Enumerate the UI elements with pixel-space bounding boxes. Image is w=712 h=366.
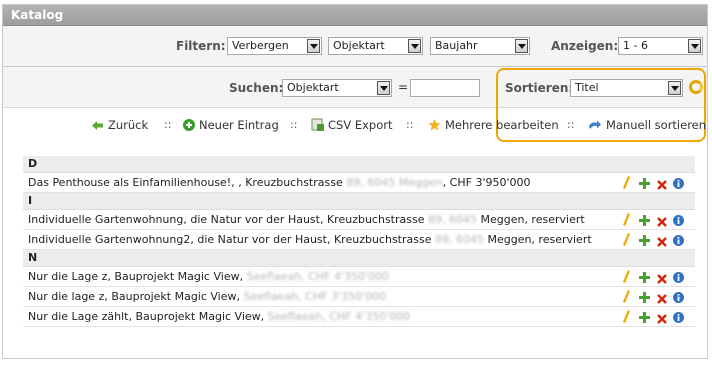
row-tools [623, 233, 687, 247]
search-input[interactable] [410, 79, 480, 97]
star-icon [428, 119, 441, 134]
chevron-down-icon [408, 39, 421, 53]
arrow-left-icon [91, 120, 104, 134]
csv-export-label: CSV Export [328, 118, 393, 132]
chevron-down-icon [377, 81, 390, 95]
row-tools [623, 213, 687, 227]
csv-export-link[interactable]: CSV Export [311, 118, 393, 134]
row-tools [623, 176, 687, 190]
list-item[interactable]: Individuelle Gartenwohnung2, die Natur v… [23, 230, 695, 250]
item-text-redacted: 89, 6045 Meggen [346, 176, 443, 189]
add-icon[interactable] [639, 233, 650, 252]
item-text: Individuelle Gartenwohnung2, die Natur v… [28, 233, 435, 246]
item-text-redacted: Seeflaeah, CHF 3'350'000 [243, 290, 386, 303]
display-label: Anzeigen: [551, 39, 619, 53]
edit-icon[interactable] [623, 233, 630, 252]
row-tools [623, 270, 687, 284]
item-text: Individuelle Gartenwohnung, die Natur vo… [28, 213, 428, 226]
delete-icon[interactable] [657, 177, 667, 196]
item-text-suffix: Meggen, reserviert [476, 213, 585, 226]
catalog-list: D Das Penthouse als Einfamilienhouse!, , … [23, 156, 695, 327]
list-item[interactable]: Nur die lage z, Bauprojekt Magic View, S… [23, 287, 695, 307]
separator: :: [567, 118, 575, 131]
item-text-suffix: Meggen, reserviert [483, 233, 592, 246]
manual-sort-label: Manuell sortieren [606, 118, 707, 132]
back-label: Zurück [108, 118, 149, 132]
list-item[interactable]: Nur die Lage z, Bauprojekt Magic View, S… [23, 267, 695, 287]
add-icon [183, 119, 195, 134]
new-entry-label: Neuer Eintrag [199, 118, 279, 132]
back-link[interactable]: Zurück [91, 118, 148, 134]
list-item[interactable]: Das Penthouse als Einfamilienhouse!, , K… [23, 173, 695, 193]
item-text-redacted: 89, 6045 [434, 233, 484, 246]
action-bar: Zurück :: Neuer Eintrag :: CSV Export ::… [3, 118, 707, 134]
manual-sort-link[interactable]: Manuell sortieren [588, 118, 706, 134]
item-text: Nur die Lage z, Bauprojekt Magic View, [28, 270, 247, 283]
item-text-redacted: 89, 6045 [428, 213, 477, 226]
separator: :: [406, 118, 414, 131]
chevron-down-icon [688, 39, 701, 53]
display-range-value: 1 - 6 [623, 39, 648, 52]
item-text-redacted: Seeflaeah, CHF 4'350'000 [267, 310, 411, 323]
item-text: Nur die lage z, Bauprojekt Magic View, [28, 290, 244, 303]
add-icon[interactable] [639, 176, 650, 195]
filter-bar: Filtern: Verbergen Objektart Baujahr Anz… [3, 26, 707, 67]
item-text-suffix: , CHF 3'950'000 [442, 176, 531, 189]
list-item[interactable]: Nur die Lage zählt, Bauprojekt Magic Vie… [23, 307, 695, 327]
row-tools [623, 290, 687, 304]
spreadsheet-icon [311, 118, 324, 134]
filter-year-value: Baujahr [435, 39, 478, 52]
sort-arrow-icon [588, 120, 602, 134]
chevron-down-icon [515, 39, 528, 53]
delete-icon[interactable] [657, 234, 667, 253]
separator: :: [290, 118, 298, 131]
item-text: Nur die Lage zählt, Bauprojekt Magic Vie… [28, 310, 268, 323]
edit-icon[interactable] [623, 310, 630, 329]
new-entry-link[interactable]: Neuer Eintrag [183, 118, 279, 134]
bulk-edit-label: Mehrere bearbeiten [445, 118, 559, 132]
list-item[interactable]: Individuelle Gartenwohnung, die Natur vo… [23, 210, 695, 230]
search-field-value: Objektart [287, 81, 339, 94]
bulk-edit-link[interactable]: Mehrere bearbeiten [428, 118, 559, 134]
panel-title: Katalog [3, 5, 707, 26]
filter-visibility-value: Verbergen [232, 39, 289, 52]
info-icon[interactable] [673, 233, 684, 252]
equals-sign: = [398, 80, 409, 94]
catalog-panel: Katalog Filtern: Verbergen Objektart Bau… [2, 4, 708, 359]
filter-type-select[interactable]: Objektart [328, 37, 423, 55]
search-label: Suchen: [229, 81, 284, 95]
item-text: Das Penthouse als Einfamilienhouse!, , K… [28, 176, 347, 189]
edit-icon[interactable] [623, 176, 630, 195]
row-tools [623, 310, 687, 324]
add-icon[interactable] [639, 310, 650, 329]
display-range-select[interactable]: 1 - 6 [618, 37, 703, 55]
filter-year-select[interactable]: Baujahr [430, 37, 530, 55]
group-header: I [23, 193, 695, 210]
filter-label: Filtern: [176, 39, 226, 53]
group-header: D [23, 156, 695, 173]
separator: :: [164, 118, 172, 131]
search-field-select[interactable]: Objektart [282, 79, 392, 97]
delete-icon[interactable] [657, 311, 667, 330]
chevron-down-icon [307, 39, 320, 53]
info-icon[interactable] [673, 176, 684, 195]
item-text-redacted: Seeflaeah, CHF 4'350'000 [246, 270, 390, 283]
group-header: N [23, 250, 695, 267]
info-icon[interactable] [673, 310, 684, 329]
filter-visibility-select[interactable]: Verbergen [227, 37, 322, 55]
filter-type-value: Objektart [333, 39, 385, 52]
